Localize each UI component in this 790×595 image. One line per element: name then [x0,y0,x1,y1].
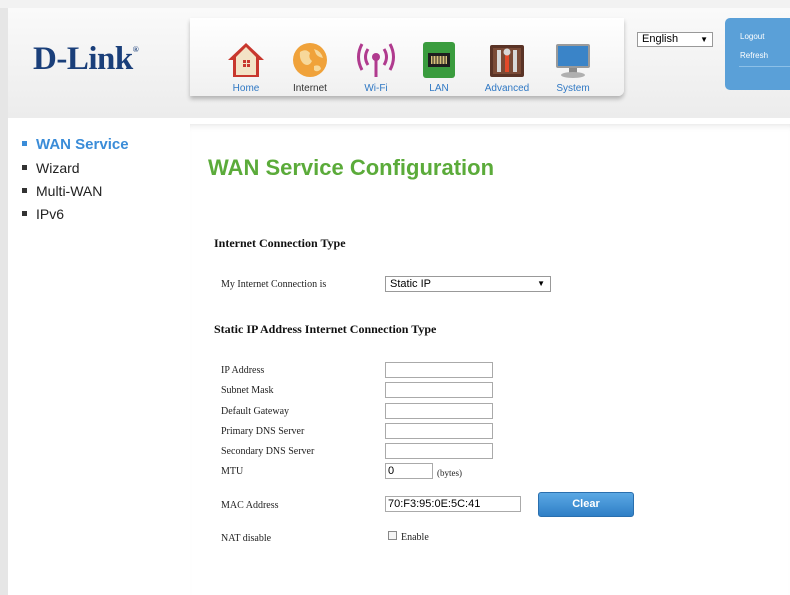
divider [739,66,790,67]
sidebar-item-wizard[interactable]: Wizard [22,160,80,176]
chevron-down-icon: ▼ [537,279,545,288]
nav-home-label: Home [232,83,260,94]
lan-port-icon [419,40,459,80]
subnet-mask-label: Subnet Mask [221,385,274,396]
account-panel: Logout Refresh [725,18,790,90]
dlink-logo: D-Link® [33,41,139,77]
globe-icon [290,40,330,80]
tools-icon [487,40,527,80]
mtu-input[interactable]: 0 [385,463,433,479]
nav-system[interactable]: System [543,40,603,94]
default-gateway-label: Default Gateway [221,406,290,417]
nat-disable-label: NAT disable [221,533,272,544]
nav-internet-label: Internet [293,83,327,94]
main-nav: Home Internet Wi-Fi LAN Advanced System [190,18,624,96]
nav-advanced[interactable]: Advanced [477,40,537,94]
nav-internet[interactable]: Internet [280,40,340,94]
wifi-icon [356,40,396,80]
bullet-icon [22,210,27,216]
ip-address-input[interactable] [385,362,493,378]
content-panel [190,124,790,595]
sidebar-item-wan-service[interactable]: WAN Service [22,136,129,153]
secondary-dns-label: Secondary DNS Server [221,446,315,457]
primary-dns-input[interactable] [385,423,493,439]
nat-enable-checkbox[interactable] [388,531,397,540]
refresh-link[interactable]: Refresh [740,51,768,60]
nav-home[interactable]: Home [216,40,276,94]
nav-advanced-label: Advanced [484,83,530,94]
primary-dns-label: Primary DNS Server [221,426,305,437]
top-strip [0,0,790,8]
mac-address-input[interactable]: 70:F3:95:0E:5C:41 [385,496,521,512]
home-icon [226,40,266,80]
language-select[interactable]: English ▼ [637,32,713,47]
nav-lan-label: LAN [429,83,449,94]
nav-wifi[interactable]: Wi-Fi [346,40,406,94]
default-gateway-input[interactable] [385,403,493,419]
subnet-mask-input[interactable] [385,382,493,398]
left-edge [0,8,8,595]
section-heading-connection-type: Internet Connection Type [214,236,346,250]
bullet-icon [22,187,27,193]
monitor-icon [553,40,593,80]
nav-wifi-label: Wi-Fi [364,83,388,94]
nav-lan[interactable]: LAN [409,40,469,94]
secondary-dns-input[interactable] [385,443,493,459]
logout-link[interactable]: Logout [740,32,764,41]
nav-system-label: System [556,83,590,94]
ip-address-label: IP Address [221,365,265,376]
mtu-label: MTU [221,466,244,477]
mac-address-label: MAC Address [221,500,279,511]
mtu-unit: (bytes) [437,468,462,478]
bullet-icon [22,164,27,170]
sidebar-item-ipv6[interactable]: IPv6 [22,206,64,222]
page-title: WAN Service Configuration [208,155,495,180]
connection-type-select[interactable]: Static IP ▼ [385,276,551,292]
chevron-down-icon: ▼ [700,35,708,44]
sidebar-item-multi-wan[interactable]: Multi-WAN [22,183,102,199]
section-heading-static-ip: Static IP Address Internet Connection Ty… [214,322,437,336]
clear-button[interactable]: Clear [538,492,634,517]
nat-enable-label: Enable [401,532,429,543]
bullet-icon [22,140,27,146]
connection-type-label: My Internet Connection is [221,279,327,290]
